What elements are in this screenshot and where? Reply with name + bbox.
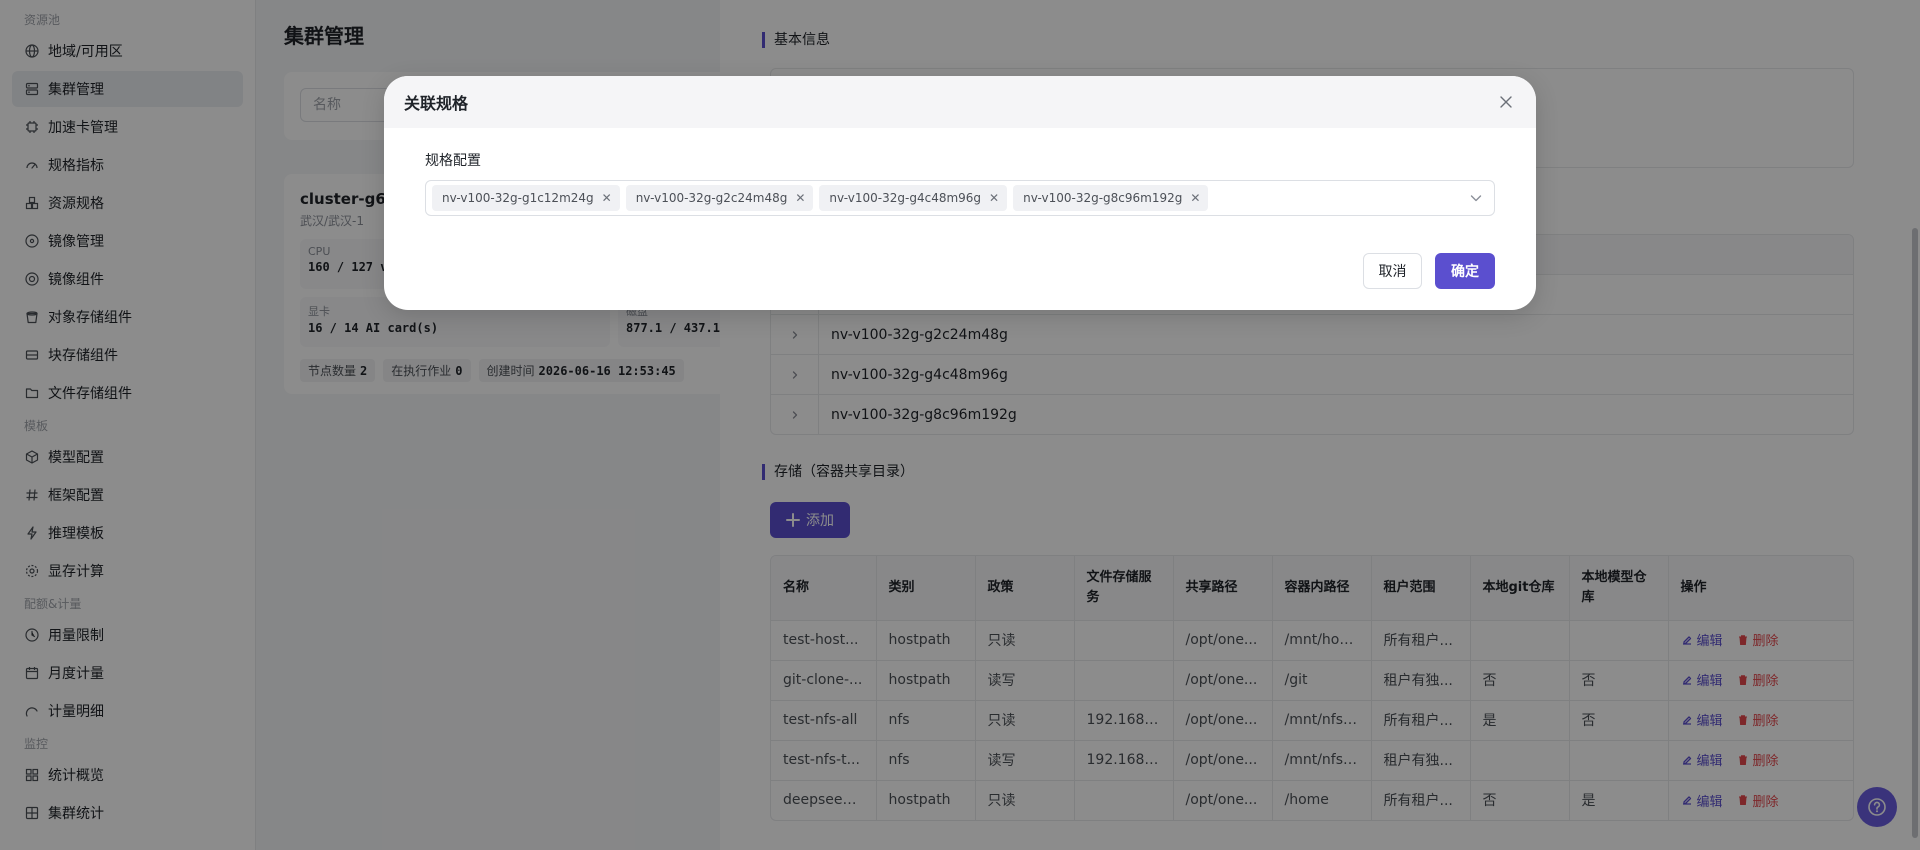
tag-label: nv-v100-32g-g4c48m96g <box>829 191 982 205</box>
cancel-button[interactable]: 取消 <box>1363 253 1422 289</box>
selected-spec-tag: nv-v100-32g-g4c48m96g ✕ <box>819 185 1008 211</box>
confirm-button[interactable]: 确定 <box>1435 253 1495 289</box>
selected-spec-tag: nv-v100-32g-g2c24m48g ✕ <box>625 185 814 211</box>
close-icon[interactable] <box>1496 92 1516 112</box>
spec-config-label: 规格配置 <box>425 153 481 169</box>
tag-label: nv-v100-32g-g1c12m24g <box>442 191 594 205</box>
close-icon[interactable]: ✕ <box>1190 191 1200 205</box>
close-icon[interactable]: ✕ <box>989 191 999 205</box>
tag-label: nv-v100-32g-g8c96m192g <box>1023 191 1183 205</box>
tag-label: nv-v100-32g-g2c24m48g <box>635 191 788 205</box>
selected-spec-tag: nv-v100-32g-g8c96m192g ✕ <box>1013 185 1209 211</box>
close-icon[interactable]: ✕ <box>602 191 612 205</box>
modal-header: 关联规格 <box>384 76 1536 128</box>
selected-spec-tag: nv-v100-32g-g1c12m24g ✕ <box>432 185 620 211</box>
spec-config-select[interactable]: nv-v100-32g-g1c12m24g ✕ nv-v100-32g-g2c24m… <box>425 180 1495 216</box>
associate-spec-modal: 关联规格 规格配置 nv-v100-32g-g1c12m24g ✕ nv-v100-… <box>384 76 1536 310</box>
chevron-down-icon <box>1470 195 1482 202</box>
modal-title: 关联规格 <box>404 94 469 113</box>
close-icon[interactable]: ✕ <box>795 191 805 205</box>
